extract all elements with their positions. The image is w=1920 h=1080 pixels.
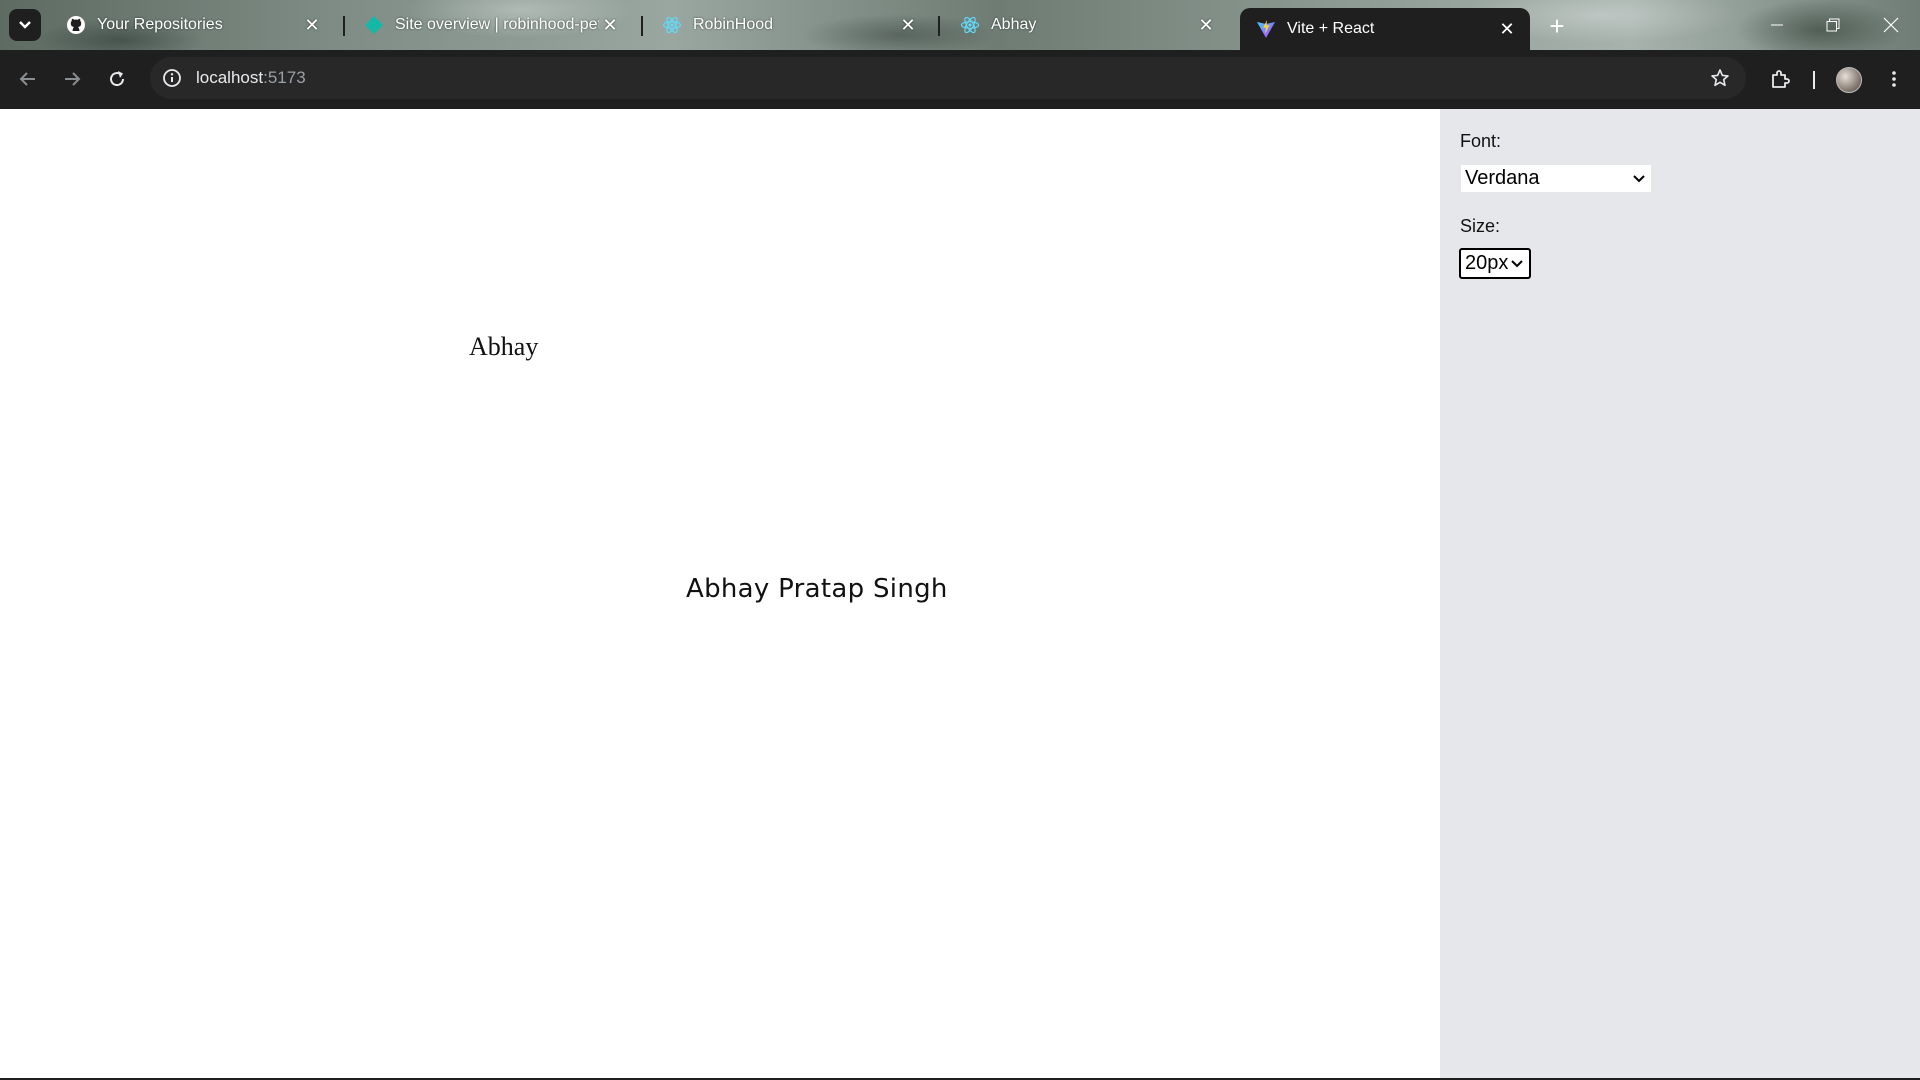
- tab-title: Your Repositories: [97, 16, 223, 33]
- new-tab-button[interactable]: +: [1543, 11, 1571, 41]
- reload-button[interactable]: [101, 63, 133, 95]
- size-select-value: 20px: [1465, 252, 1509, 274]
- vite-icon: [1256, 19, 1276, 39]
- url-port: :5173: [263, 68, 306, 87]
- preview-text-main: Abhay Pratap Singh: [686, 574, 948, 604]
- browser-menu-button[interactable]: [1878, 63, 1910, 95]
- forward-button[interactable]: [56, 63, 88, 95]
- tab-vite-react[interactable]: Vite + React ✕: [1240, 8, 1530, 50]
- puzzle-icon: [1772, 70, 1790, 88]
- chevron-down-icon: [19, 21, 31, 29]
- font-select-value: Verdana: [1465, 167, 1540, 189]
- tab-title: RobinHood: [693, 16, 774, 33]
- close-tab-icon[interactable]: ✕: [1496, 18, 1518, 40]
- size-label: Size:: [1460, 216, 1501, 236]
- preview-text-top: Abhay: [469, 332, 539, 361]
- profile-avatar[interactable]: [1836, 67, 1862, 93]
- back-button[interactable]: [12, 63, 44, 95]
- close-window-button[interactable]: [1868, 8, 1914, 42]
- reload-icon: [110, 71, 125, 87]
- address-bar[interactable]: localhost:5173: [150, 57, 1746, 99]
- bookmark-star-icon[interactable]: [1708, 66, 1732, 90]
- minimize-icon: [1771, 24, 1783, 26]
- close-tab-icon[interactable]: ✕: [301, 14, 323, 36]
- tab-title: Abhay: [991, 16, 1037, 33]
- react-icon: [960, 15, 980, 35]
- tab-abhay[interactable]: Abhay ✕: [944, 8, 1229, 42]
- tab-separator: [343, 16, 345, 36]
- close-icon: [1883, 17, 1899, 33]
- react-icon: [662, 15, 682, 35]
- tab-strip: Your Repositories ✕ Site overview | robi…: [0, 0, 1920, 50]
- chevron-down-icon: [1510, 259, 1524, 269]
- tab-site-overview[interactable]: Site overview | robinhood-pets ✕: [348, 8, 633, 42]
- font-label: Font:: [1460, 131, 1502, 151]
- close-tab-icon[interactable]: ✕: [1195, 14, 1217, 36]
- tab-title: Vite + React: [1287, 20, 1375, 37]
- tab-separator: [641, 16, 643, 36]
- tab-separator: [938, 16, 940, 36]
- restore-window-button[interactable]: [1810, 8, 1856, 42]
- close-tab-icon[interactable]: ✕: [599, 14, 621, 36]
- arrow-right-icon: [65, 72, 81, 86]
- toolbar-divider: [1813, 71, 1815, 89]
- tab-search-button[interactable]: [9, 9, 41, 41]
- preview-area: Abhay Abhay Pratap Singh: [0, 109, 1440, 1078]
- close-tab-icon[interactable]: ✕: [897, 14, 919, 36]
- more-vertical-icon: [1892, 71, 1896, 87]
- github-icon: [66, 15, 86, 35]
- size-select[interactable]: 20px: [1459, 248, 1531, 279]
- minimize-window-button[interactable]: [1754, 8, 1800, 42]
- browser-toolbar: localhost:5173: [0, 50, 1920, 109]
- site-info-icon[interactable]: [160, 66, 184, 90]
- chevron-down-icon: [1632, 174, 1646, 184]
- url-host: localhost: [196, 68, 264, 87]
- restore-icon: [1826, 18, 1840, 32]
- netlify-icon: [364, 15, 384, 35]
- tab-title: Site overview | robinhood-pets: [395, 16, 599, 33]
- arrow-left-icon: [19, 72, 35, 86]
- extensions-button[interactable]: [1765, 63, 1797, 95]
- tab-robinhood[interactable]: RobinHood ✕: [646, 8, 931, 42]
- tab-your-repositories[interactable]: Your Repositories ✕: [50, 8, 335, 42]
- font-select[interactable]: Verdana: [1460, 164, 1652, 193]
- page-viewport: Abhay Abhay Pratap Singh: [0, 109, 1920, 1078]
- address-url[interactable]: localhost:5173: [196, 68, 306, 88]
